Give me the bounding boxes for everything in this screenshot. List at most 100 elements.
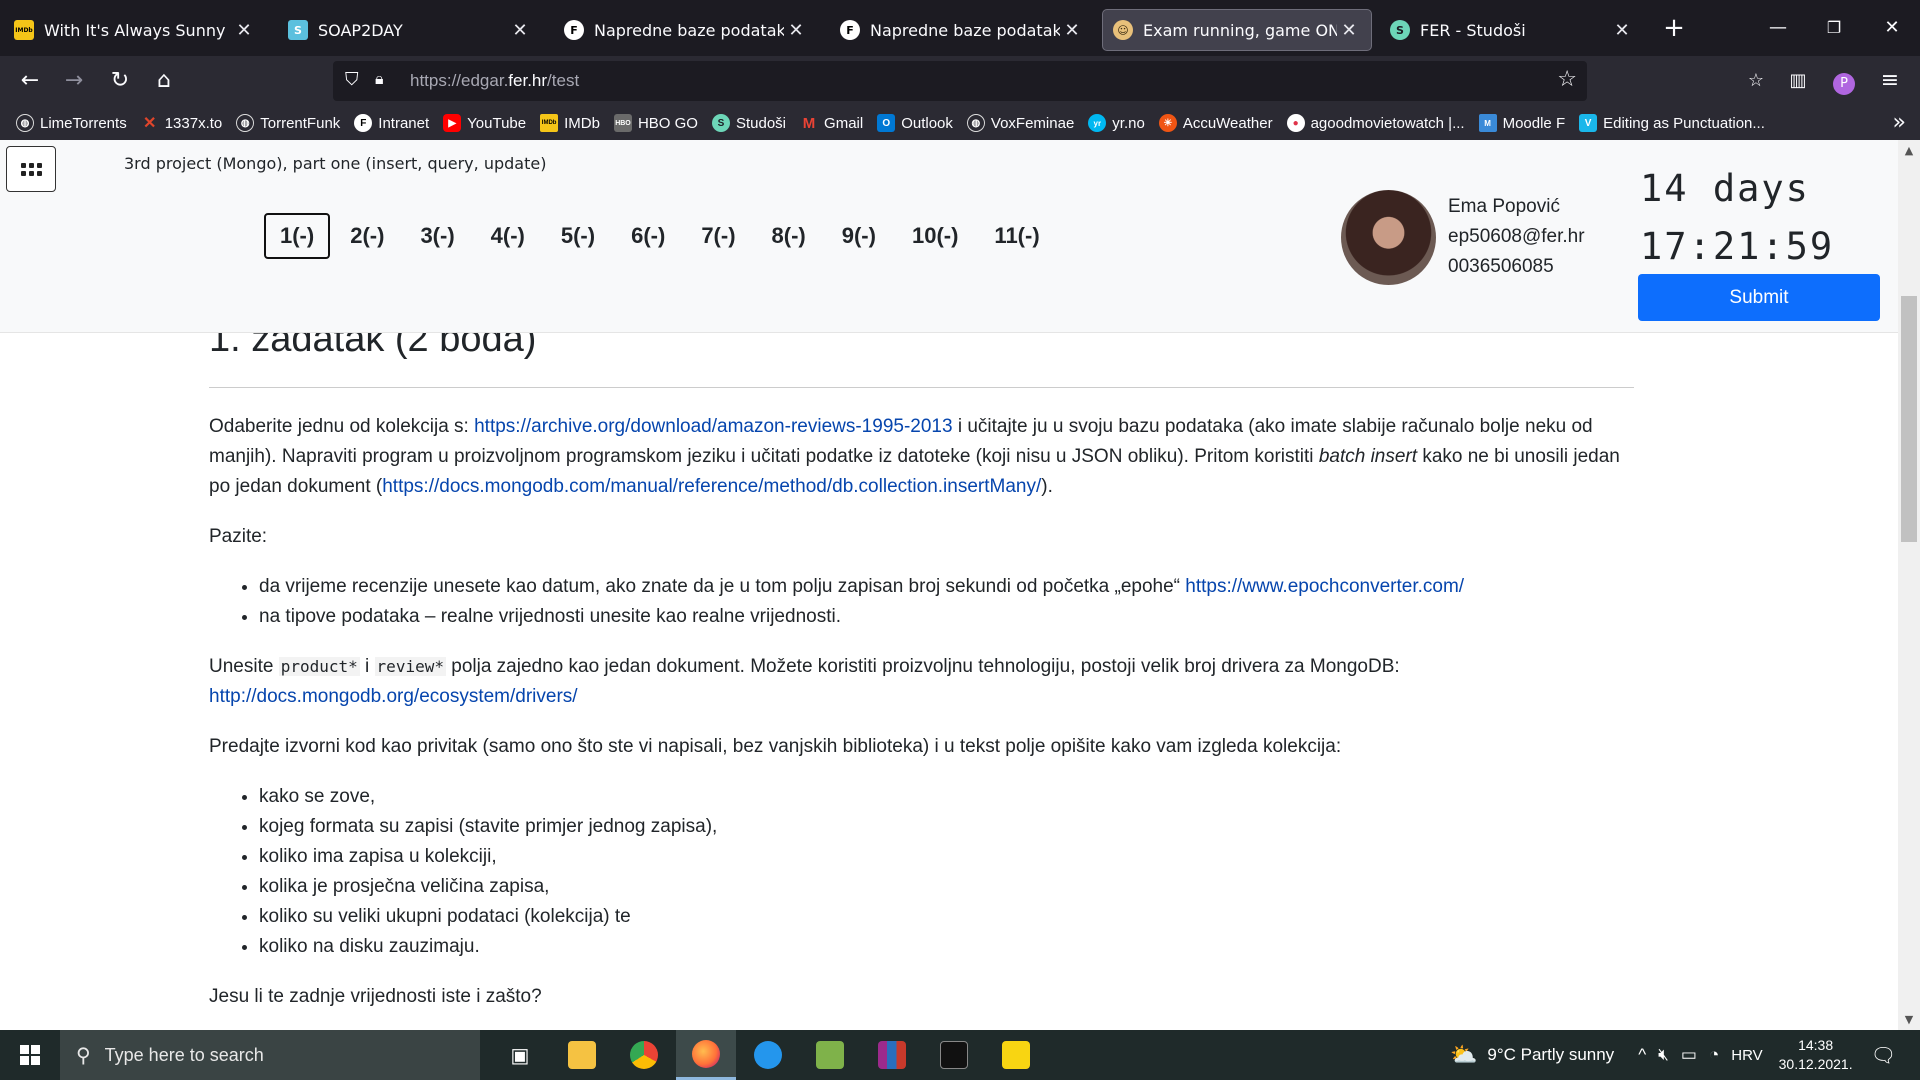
close-icon[interactable]: ✕ <box>1060 20 1084 41</box>
question-button-11[interactable]: 11(-) <box>978 213 1055 259</box>
docker-button[interactable] <box>738 1030 798 1080</box>
battery-icon[interactable]: ▭ <box>1681 1045 1697 1065</box>
bookmark-outlook[interactable]: O Outlook <box>877 114 953 132</box>
restore-button[interactable]: ❐ <box>1814 10 1854 46</box>
task-view-button[interactable]: ▣ <box>490 1030 550 1080</box>
scroll-down-arrow-icon[interactable]: ▼ <box>1898 1013 1920 1026</box>
submit-button[interactable]: Submit <box>1638 274 1880 321</box>
minimize-button[interactable]: — <box>1758 10 1798 46</box>
tab-4-active[interactable]: ☺ Exam running, game ON! ✕ <box>1102 9 1372 51</box>
question-button-4[interactable]: 4(-) <box>475 213 541 259</box>
question-button-9[interactable]: 9(-) <box>826 213 892 259</box>
hamburger-menu-icon[interactable]: ≡ <box>1874 65 1906 97</box>
weather-text[interactable]: 9°C Partly sunny <box>1487 1045 1614 1065</box>
bookmark-accuweather[interactable]: ☀ AccuWeather <box>1158 114 1273 132</box>
code-product: product* <box>278 657 360 676</box>
close-icon[interactable]: ✕ <box>1337 20 1361 41</box>
bookmark-yr[interactable]: yr yr.no <box>1088 114 1145 132</box>
notifications-icon[interactable]: 🗨︎ <box>1871 1043 1896 1068</box>
question-button-5[interactable]: 5(-) <box>545 213 611 259</box>
exam-icon: ☺ <box>1113 20 1133 40</box>
url-bar[interactable]: ⛉ 🔒︎ https://edgar.fer.hr/test ☆ <box>333 61 1587 101</box>
editor-app-button[interactable] <box>800 1030 860 1080</box>
input-language[interactable]: HRV <box>1731 1047 1762 1064</box>
pocket-icon[interactable]: ☆ <box>1740 65 1772 97</box>
bookmark-gmail[interactable]: M Gmail <box>800 114 863 132</box>
bookmark-label: TorrentFunk <box>260 114 341 132</box>
question-button-7[interactable]: 7(-) <box>685 213 751 259</box>
timer-time: 17:21:59 <box>1640 225 1835 268</box>
epochconverter-link[interactable]: https://www.epochconverter.com/ <box>1185 576 1464 597</box>
lock-icon[interactable]: 🔒︎ <box>375 69 384 89</box>
insertmany-doc-link[interactable]: https://docs.mongodb.com/manual/referenc… <box>382 476 1041 497</box>
shield-icon[interactable]: ⛉ <box>345 69 359 90</box>
bookmark-limetorrents[interactable]: ◍ LimeTorrents <box>16 114 127 132</box>
winrar-icon <box>878 1041 906 1069</box>
tab-title: Napredne baze podataka <box>594 20 784 40</box>
reader-view-icon[interactable]: ▥ <box>1782 65 1814 97</box>
list-item: kako se zove, <box>259 782 1634 812</box>
wifi-icon[interactable]: ◔ <box>1709 1045 1719 1065</box>
tab-0[interactable]: IMDb With It's Always Sunny in Philadelp… <box>4 9 266 51</box>
start-button[interactable] <box>0 1030 60 1080</box>
bookmark-moodle[interactable]: M Moodle F <box>1478 114 1565 132</box>
bookmark-voxfeminae[interactable]: ◍ VoxFeminae <box>966 114 1074 132</box>
tab-2[interactable]: F Napredne baze podataka ✕ <box>554 9 818 51</box>
docker-icon <box>754 1041 782 1069</box>
chrome-button[interactable] <box>614 1030 674 1080</box>
bookmark-torrentfunk[interactable]: ◍ TorrentFunk <box>236 114 340 132</box>
bookmark-youtube[interactable]: ▶ YouTube <box>443 114 526 132</box>
bookmark-hbo-go[interactable]: HBO HBO GO <box>613 114 698 132</box>
list-item: koliko ima zapisa u kolekciji, <box>259 842 1634 872</box>
question-button-1[interactable]: 1(-) <box>264 213 331 259</box>
close-icon[interactable]: ✕ <box>1610 20 1634 41</box>
list-item: kojeg formata su zapisi (stavite primjer… <box>259 812 1634 842</box>
bookmark-studosi[interactable]: S Studoši <box>711 114 786 132</box>
close-window-button[interactable]: ✕ <box>1872 10 1912 46</box>
mongodb-drivers-link[interactable]: http://docs.mongodb.org/ecosystem/driver… <box>209 686 578 707</box>
question-button-6[interactable]: 6(-) <box>615 213 681 259</box>
bookmark-1337x[interactable]: ✕ 1337x.to <box>141 114 222 133</box>
home-icon[interactable]: ⌂ <box>148 65 180 97</box>
page-scrollbar[interactable]: ▲ ▼ <box>1898 140 1920 1030</box>
batch-insert-emphasis: batch insert <box>1318 446 1418 467</box>
nav-bar: ← → ↻ ⌂ ⛉ 🔒︎ https://edgar.fer.hr/test ☆… <box>0 56 1920 106</box>
scrollbar-thumb[interactable] <box>1901 296 1917 542</box>
bookmark-intranet[interactable]: F Intranet <box>354 114 429 132</box>
bookmark-editing-as-punctuation[interactable]: V Editing as Punctuation... <box>1579 114 1765 132</box>
scroll-up-arrow-icon[interactable]: ▲ <box>1898 144 1920 157</box>
profile-avatar-icon[interactable]: P <box>1828 65 1860 97</box>
tab-5[interactable]: S FER - Studoši ✕ <box>1380 9 1644 51</box>
pazite-list: da vrijeme recenzije unesete kao datum, … <box>259 572 1634 632</box>
forward-arrow-icon[interactable]: → <box>58 65 90 97</box>
clock[interactable]: 14:38 30.12.2021. <box>1779 1036 1853 1074</box>
new-tab-button[interactable]: + <box>1654 10 1694 46</box>
weather-icon[interactable]: ⛅ <box>1450 1042 1477 1068</box>
speaker-muted-icon[interactable]: 🔇︎ <box>1658 1045 1669 1065</box>
sticky-notes-button[interactable] <box>986 1030 1046 1080</box>
close-icon[interactable]: ✕ <box>232 20 256 41</box>
bookmark-imdb[interactable]: IMDb IMDb <box>540 114 600 132</box>
question-button-3[interactable]: 3(-) <box>404 213 470 259</box>
chevron-up-icon[interactable]: ^ <box>1638 1045 1646 1065</box>
firefox-button[interactable] <box>676 1030 736 1080</box>
apps-menu-button[interactable] <box>6 146 56 192</box>
terminal-button[interactable] <box>924 1030 984 1080</box>
winrar-button[interactable] <box>862 1030 922 1080</box>
reload-icon[interactable]: ↻ <box>104 65 136 97</box>
tab-title: Napredne baze podataka <box>870 20 1060 40</box>
back-arrow-icon[interactable]: ← <box>14 65 46 97</box>
more-bookmarks-chevron-icon[interactable]: » <box>1893 110 1906 135</box>
question-button-8[interactable]: 8(-) <box>756 213 822 259</box>
close-icon[interactable]: ✕ <box>784 20 808 41</box>
question-button-10[interactable]: 10(-) <box>896 213 974 259</box>
taskbar-search-box[interactable]: ⚲ Type here to search <box>60 1030 480 1080</box>
file-explorer-button[interactable] <box>552 1030 612 1080</box>
bookmark-agoodmovietowatch[interactable]: ● agoodmovietowatch |... <box>1286 114 1465 132</box>
bookmark-star-icon[interactable]: ☆ <box>1557 67 1577 92</box>
tab-1[interactable]: S SOAP2DAY ✕ <box>278 9 542 51</box>
question-button-2[interactable]: 2(-) <box>334 213 400 259</box>
tab-3[interactable]: F Napredne baze podataka ✕ <box>830 9 1094 51</box>
close-icon[interactable]: ✕ <box>508 20 532 41</box>
archive-link[interactable]: https://archive.org/download/amazon-revi… <box>474 416 952 437</box>
